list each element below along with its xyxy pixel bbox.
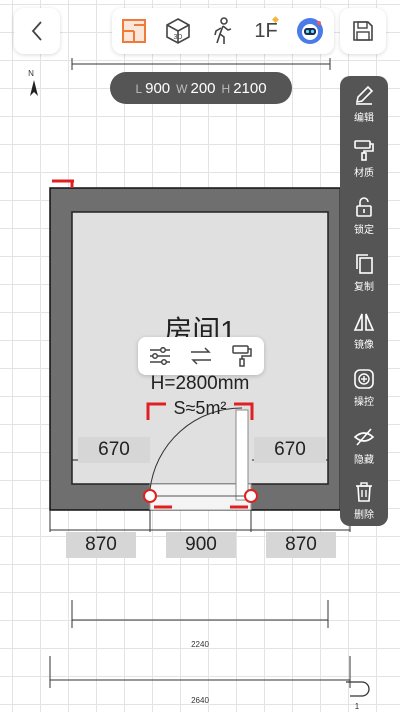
control-label: 操控: [354, 397, 374, 408]
outer-width-label: 2640: [191, 696, 209, 705]
width-field[interactable]: W 200: [176, 80, 215, 97]
robot-avatar-icon: [297, 18, 323, 44]
copy-label: 复制: [354, 282, 374, 293]
room-area: S≈5m²: [174, 398, 227, 418]
height-field[interactable]: H 2100: [222, 80, 267, 97]
paint-roller-icon: [232, 345, 252, 367]
copy-icon: [356, 254, 373, 274]
3d-view-button[interactable]: 3D: [156, 8, 200, 54]
bottom-right-measure[interactable]: 870: [266, 532, 336, 558]
premium-diamond-icon: ◆: [272, 14, 279, 24]
delete-button[interactable]: 删除: [340, 481, 388, 539]
door-leaf[interactable]: [235, 409, 249, 501]
top-dimension-line: [71, 58, 331, 70]
hide-button[interactable]: 隐藏: [340, 426, 388, 484]
pencil-icon: [355, 85, 374, 105]
inner-width-label: 2240: [191, 640, 209, 649]
object-quick-toolbar: [138, 337, 264, 375]
lock-button[interactable]: 锁定: [340, 196, 388, 254]
svg-text:3D: 3D: [174, 34, 183, 41]
marker-number: 1: [355, 702, 360, 711]
save-disk-icon: [353, 21, 373, 41]
control-button[interactable]: 操控: [340, 368, 388, 426]
sliders-icon: [150, 347, 170, 365]
mirror-button[interactable]: 镜像: [340, 311, 388, 369]
trash-icon: [356, 482, 372, 502]
ai-assistant-button[interactable]: [288, 8, 332, 54]
eye-off-icon: [353, 428, 375, 446]
outer-width-line: [49, 656, 351, 688]
control-plus-icon: [354, 369, 374, 389]
bottom-left-measure[interactable]: 870: [66, 532, 136, 558]
material-label: 材质: [354, 168, 374, 179]
save-button[interactable]: [340, 8, 386, 54]
compass-label: N: [28, 69, 34, 78]
lock-label: 锁定: [354, 225, 374, 236]
bottom-mid-measure[interactable]: 900: [166, 532, 236, 558]
walk-mode-button[interactable]: [200, 8, 244, 54]
paint-roller-icon: [354, 140, 374, 161]
floor-plan-icon: [122, 19, 146, 43]
mirror-icon: [353, 313, 375, 331]
flip-button[interactable]: [181, 337, 221, 375]
floor-selector-button[interactable]: 1F ◆: [244, 8, 288, 54]
3d-cube-icon: 3D: [166, 18, 190, 44]
bottom-dimension-guides: [49, 510, 351, 532]
door-handle-right[interactable]: [244, 489, 258, 503]
room-height: H=2800mm: [151, 373, 250, 394]
left-inner-measure[interactable]: 670: [78, 437, 150, 463]
adjust-button[interactable]: [140, 337, 180, 375]
material-panel-button[interactable]: 材质: [340, 139, 388, 197]
walking-person-icon: [214, 17, 232, 44]
material-button[interactable]: [222, 337, 262, 375]
lock-icon: [356, 197, 372, 217]
mirror-label: 镜像: [354, 340, 374, 351]
return-arrow-icon[interactable]: [346, 681, 370, 697]
door-handle-left[interactable]: [143, 489, 157, 503]
length-field[interactable]: L 900: [135, 80, 170, 97]
chevron-left-icon: [31, 21, 42, 41]
floor-plan-view-button[interactable]: [112, 8, 156, 54]
edit-label: 编辑: [354, 113, 374, 124]
delete-label: 删除: [354, 510, 374, 521]
view-toolbar: 3D 1F ◆: [112, 8, 334, 54]
inner-width-line: [71, 600, 329, 628]
swap-arrows-icon: [191, 347, 211, 365]
dimensions-pill[interactable]: L 900 W 200 H 2100: [110, 72, 292, 104]
edit-side-panel: 编辑 材质 锁定 复制 镜像 操控 隐藏 删除: [340, 76, 388, 526]
edit-button[interactable]: 编辑: [340, 84, 388, 142]
back-button[interactable]: [14, 8, 60, 54]
right-inner-measure[interactable]: 670: [254, 437, 326, 463]
copy-button[interactable]: 复制: [340, 253, 388, 311]
compass-icon: N: [28, 69, 38, 96]
hide-label: 隐藏: [354, 455, 374, 466]
